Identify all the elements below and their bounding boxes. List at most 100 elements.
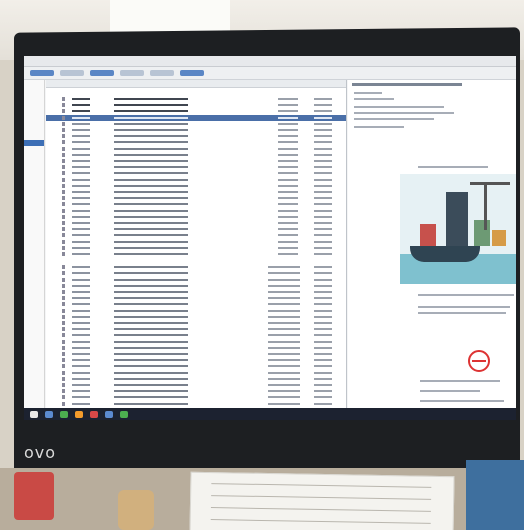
- table-row[interactable]: [46, 177, 346, 183]
- message-list-header: [46, 80, 346, 88]
- table-row[interactable]: [46, 139, 346, 145]
- row-cell: [72, 153, 90, 156]
- row-cell: [62, 327, 65, 332]
- table-row[interactable]: [46, 108, 346, 114]
- table-row[interactable]: [46, 314, 346, 320]
- red-box: [14, 472, 54, 520]
- table-row[interactable]: [46, 102, 346, 108]
- row-cell: [268, 291, 300, 293]
- table-row[interactable]: [46, 382, 346, 388]
- table-row[interactable]: [46, 376, 346, 382]
- table-row[interactable]: [46, 127, 346, 133]
- table-row[interactable]: [46, 133, 346, 139]
- app-icon[interactable]: [90, 410, 98, 418]
- row-cell: [268, 278, 300, 281]
- table-row[interactable]: [46, 295, 346, 301]
- row-cell: [72, 309, 90, 312]
- table-row[interactable]: [46, 370, 346, 376]
- table-row[interactable]: [46, 208, 346, 214]
- mail-icon[interactable]: [105, 410, 113, 418]
- table-row[interactable]: [46, 388, 346, 394]
- table-row[interactable]: [46, 114, 346, 121]
- table-row[interactable]: [46, 183, 346, 189]
- table-row[interactable]: [46, 326, 346, 332]
- table-row[interactable]: [46, 164, 346, 170]
- row-cell: [268, 303, 300, 306]
- table-row[interactable]: [46, 264, 346, 270]
- search-icon[interactable]: [45, 410, 53, 418]
- table-row[interactable]: [46, 170, 346, 176]
- row-cell: [62, 152, 65, 157]
- table-row[interactable]: [46, 195, 346, 201]
- row-cell: [62, 140, 65, 145]
- table-row[interactable]: [46, 301, 346, 307]
- row-cell: [114, 141, 188, 144]
- row-cell: [62, 121, 65, 126]
- browser-icon[interactable]: [60, 410, 68, 418]
- table-row[interactable]: [46, 251, 346, 257]
- table-row[interactable]: [46, 277, 346, 283]
- table-row[interactable]: [46, 245, 346, 251]
- row-cell: [114, 160, 188, 162]
- row-cell: [314, 334, 332, 337]
- row-cell: [114, 116, 188, 119]
- table-row[interactable]: [46, 214, 346, 220]
- table-row[interactable]: [46, 332, 346, 338]
- windows-start-icon[interactable]: [30, 410, 38, 418]
- row-cell: [314, 346, 332, 349]
- table-row[interactable]: [46, 283, 346, 289]
- table-row[interactable]: [46, 220, 346, 226]
- row-cell: [72, 402, 90, 405]
- table-row[interactable]: [46, 270, 346, 276]
- table-row[interactable]: [46, 201, 346, 207]
- table-row[interactable]: [46, 239, 346, 245]
- toolbar-button[interactable]: [30, 70, 54, 76]
- illustration-ship: [410, 246, 480, 262]
- toolbar-button[interactable]: [150, 70, 174, 76]
- message-list: [46, 80, 347, 408]
- table-row[interactable]: [46, 339, 346, 345]
- toolbar-button[interactable]: [90, 70, 114, 76]
- table-row[interactable]: [46, 189, 346, 195]
- row-cell: [72, 384, 90, 386]
- table-row[interactable]: [46, 357, 346, 363]
- row-cell: [278, 178, 298, 181]
- table-row[interactable]: [46, 363, 346, 369]
- row-cell: [62, 103, 65, 108]
- table-row[interactable]: [46, 152, 346, 158]
- table-row[interactable]: [46, 121, 346, 127]
- row-cell: [268, 346, 300, 349]
- reading-pane-meta: [354, 98, 394, 100]
- row-cell: [72, 160, 90, 162]
- reading-pane-meta: [420, 380, 500, 382]
- table-row[interactable]: [46, 345, 346, 351]
- row-cell: [114, 129, 188, 131]
- row-cell: [72, 172, 90, 175]
- table-row[interactable]: [46, 226, 346, 232]
- toolbar-button[interactable]: [120, 70, 144, 76]
- app-icon[interactable]: [120, 410, 128, 418]
- row-cell: [268, 359, 300, 362]
- table-row[interactable]: [46, 232, 346, 238]
- row-cell: [268, 322, 300, 324]
- row-cell: [114, 365, 188, 368]
- table-row[interactable]: [46, 320, 346, 326]
- row-cell: [114, 334, 188, 337]
- table-row[interactable]: [46, 308, 346, 314]
- row-cell: [72, 184, 90, 187]
- row-cell: [62, 352, 65, 356]
- table-row[interactable]: [46, 289, 346, 295]
- row-cell: [62, 159, 65, 163]
- row-cell: [114, 377, 188, 380]
- toolbar-button[interactable]: [60, 70, 84, 76]
- table-row[interactable]: [46, 351, 346, 357]
- table-row[interactable]: [46, 401, 346, 407]
- table-row[interactable]: [46, 146, 346, 152]
- table-row[interactable]: [46, 394, 346, 400]
- row-cell: [62, 401, 65, 406]
- table-row[interactable]: [46, 96, 346, 102]
- file-explorer-icon[interactable]: [75, 410, 83, 418]
- toolbar-button[interactable]: [180, 70, 204, 76]
- folder-selected[interactable]: [24, 140, 44, 146]
- table-row[interactable]: [46, 158, 346, 164]
